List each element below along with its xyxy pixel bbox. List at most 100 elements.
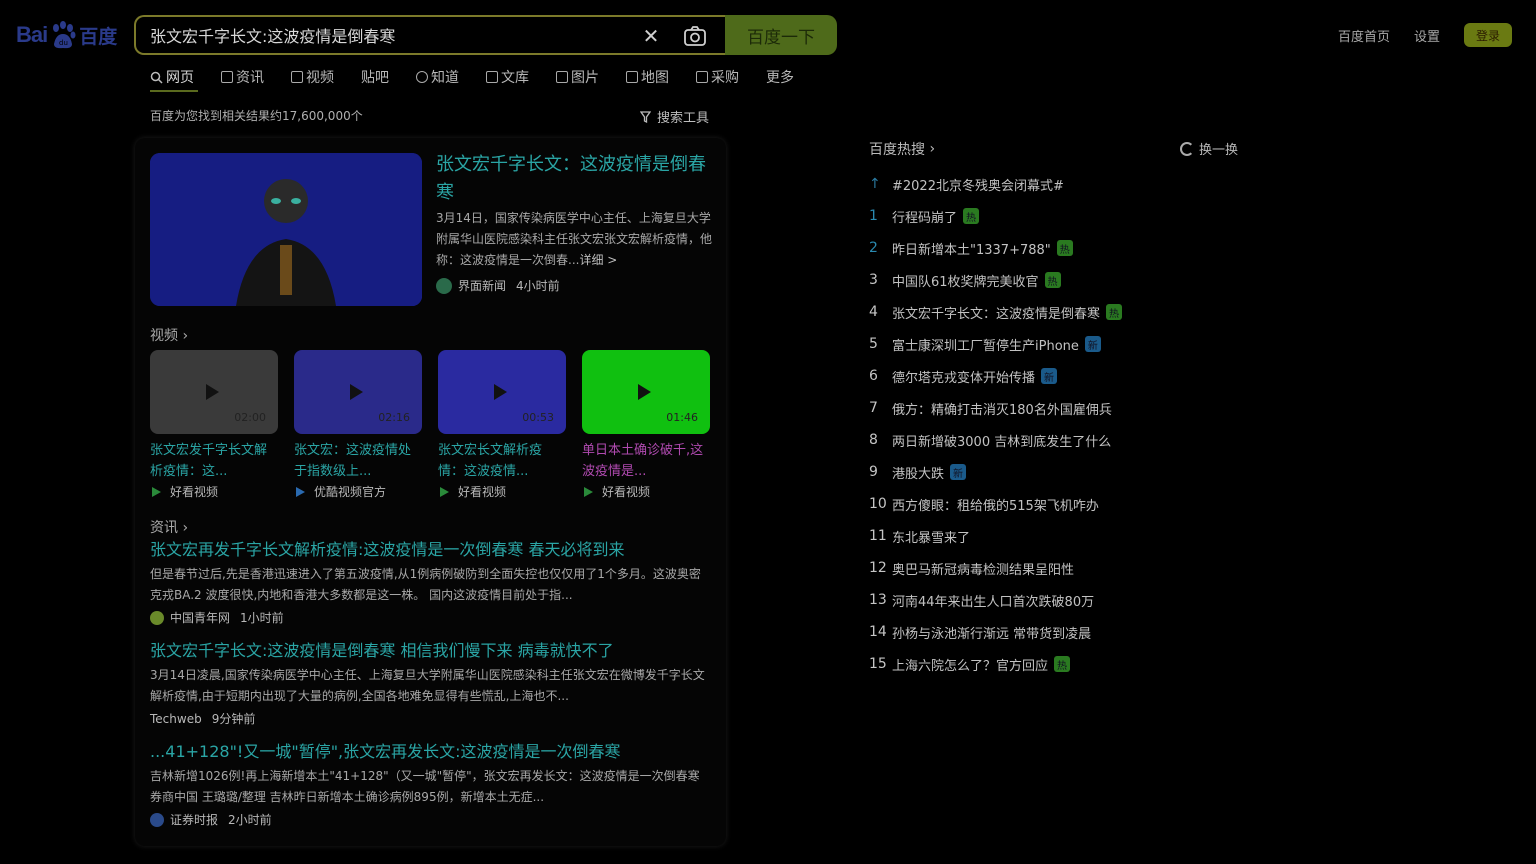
hot-item-text[interactable]: 西方傻眼：租给俄的515架飞机咋办 — [892, 495, 1099, 514]
hot-item-text[interactable]: 行程码崩了 — [892, 207, 957, 226]
hot-search-item[interactable]: 12 奥巴马新冠病毒检测结果呈阳性 — [869, 552, 1122, 584]
tab-video[interactable]: 视频 — [291, 66, 334, 88]
source-name: 界面新闻 — [458, 279, 507, 293]
login-button[interactable]: 登录 — [1464, 23, 1512, 47]
hot-item-text[interactable]: 奥巴马新冠病毒检测结果呈阳性 — [892, 559, 1074, 578]
video-thumbnail[interactable]: 02:00 — [150, 350, 278, 434]
baidu-logo[interactable]: Bai du 百度 — [16, 18, 120, 52]
hot-item-text[interactable]: 张文宏千字长文：这波疫情是倒春寒 — [892, 303, 1100, 322]
hot-item-text[interactable]: 孙杨与泳池渐行渐远 常带货到凌晨 — [892, 623, 1091, 642]
tab-news[interactable]: 资讯 — [221, 66, 264, 88]
refresh-button[interactable]: 换一换 — [1180, 139, 1238, 158]
featured-more-link[interactable]: 详细 > — [579, 253, 617, 267]
hot-item-text[interactable]: 富士康深圳工厂暂停生产iPhone — [892, 335, 1079, 354]
hot-search-item[interactable]: 15 上海六院怎么了？官方回应热 — [869, 648, 1122, 680]
hot-search-item[interactable]: 9 港股大跌新 — [869, 456, 1122, 488]
camera-icon[interactable] — [683, 25, 707, 47]
hot-search-item[interactable]: 10 西方傻眼：租给俄的515架飞机咋办 — [869, 488, 1122, 520]
tab-more[interactable]: 更多 — [766, 66, 794, 88]
videos-section-label[interactable]: 视频 › — [150, 325, 188, 345]
tab-web[interactable]: 网页 — [150, 66, 198, 92]
hot-badge: 热 — [1054, 656, 1071, 672]
search-button[interactable]: 百度一下 — [725, 15, 837, 55]
hot-item-text[interactable]: 俄方：精确打击消灭180名外国雇佣兵 — [892, 399, 1112, 418]
video-title[interactable]: 张文宏发千字长文解析疫情：这... — [150, 440, 278, 482]
featured-source: 界面新闻 4小时前 — [436, 277, 560, 294]
tab-image[interactable]: 图片 — [556, 66, 599, 88]
hot-item-text[interactable]: 上海六院怎么了？官方回应 — [892, 655, 1048, 674]
hot-rank: 10 — [869, 496, 887, 512]
hot-search-item[interactable]: 14 孙杨与泳池渐行渐远 常带货到凌晨 — [869, 616, 1122, 648]
hot-search-item[interactable]: 6 德尔塔克戎变体开始传播新 — [869, 360, 1122, 392]
video-source: 好看视频 — [582, 483, 710, 500]
search-tabs: 网页 资讯 视频 贴吧 知道 文库 图片 地图 采购 更多 — [150, 66, 794, 92]
video-thumbnail[interactable]: 00:53 — [438, 350, 566, 434]
video-item[interactable]: 02:00 张文宏发千字长文解析疫情：这... 好看视频 — [150, 350, 278, 500]
news-time: 1小时前 — [240, 611, 284, 625]
result-count: 百度为您找到相关结果约17,600,000个 — [150, 109, 363, 123]
video-item[interactable]: 01:46 单日本土确诊破千,这波疫情是... 好看视频 — [582, 350, 710, 500]
news-time: 2小时前 — [228, 813, 272, 827]
featured-image[interactable] — [150, 153, 422, 306]
tab-wenku[interactable]: 文库 — [486, 66, 529, 88]
hot-item-text[interactable]: 德尔塔克戎变体开始传播 — [892, 367, 1035, 386]
settings-link[interactable]: 设置 — [1414, 26, 1440, 45]
tab-zhidao[interactable]: 知道 — [416, 66, 459, 88]
cart-icon — [696, 71, 708, 83]
news-title[interactable]: 张文宏千字长文:这波疫情是倒春寒 相信我们慢下来 病毒就快不了 — [150, 641, 614, 660]
news-source-name: 证券时报 — [170, 813, 219, 827]
video-title[interactable]: 张文宏：这波疫情处于指数级上... — [294, 440, 422, 482]
featured-photo — [150, 153, 422, 306]
video-title[interactable]: 单日本土确诊破千,这波疫情是... — [582, 440, 710, 482]
news-title[interactable]: 张文宏再发千字长文解析疫情:这波疫情是一次倒春寒 春天必将到来 — [150, 540, 624, 559]
hot-rank: 5 — [869, 336, 878, 352]
play-logo-icon — [152, 486, 161, 497]
hot-search-item[interactable]: 7 俄方：精确打击消灭180名外国雇佣兵 — [869, 392, 1122, 424]
home-link[interactable]: 百度首页 — [1338, 26, 1390, 45]
hot-rank: 6 — [869, 368, 878, 384]
video-item[interactable]: 02:16 张文宏：这波疫情处于指数级上... 优酷视频官方 — [294, 350, 422, 500]
image-icon — [556, 71, 568, 83]
video-thumbnail[interactable]: 01:46 — [582, 350, 710, 434]
hot-item-text[interactable]: 港股大跌 — [892, 463, 944, 482]
news-section-label[interactable]: 资讯 › — [150, 517, 188, 537]
search-tools-button[interactable]: 搜索工具 — [640, 107, 709, 126]
hot-search-item[interactable]: 2 昨日新增本土"1337+788" 热 — [869, 232, 1122, 264]
hot-rank: 12 — [869, 560, 887, 576]
hot-badge: 热 — [1056, 240, 1073, 256]
tab-map[interactable]: 地图 — [626, 66, 669, 88]
hot-item-text[interactable]: 东北暴雪来了 — [892, 527, 970, 546]
news-item: 张文宏再发千字长文解析疫情:这波疫情是一次倒春寒 春天必将到来 但是春节过后,先… — [150, 539, 712, 626]
tab-tieba[interactable]: 贴吧 — [361, 66, 389, 88]
hot-search-item[interactable]: 5 富士康深圳工厂暂停生产iPhone 新 — [869, 328, 1122, 360]
hot-search-item[interactable]: 8 两日新增破3000 吉林到底发生了什么 — [869, 424, 1122, 456]
hot-item-text[interactable]: #2022北京冬残奥会闭幕式# — [892, 175, 1064, 194]
hot-item-text[interactable]: 河南44年来出生人口首次跌破80万 — [892, 591, 1094, 610]
tab-label: 视频 — [306, 70, 334, 86]
video-thumbnail[interactable]: 02:16 — [294, 350, 422, 434]
tab-purchase[interactable]: 采购 — [696, 66, 739, 88]
hot-badge: 热 — [963, 208, 980, 224]
clear-icon[interactable]: ✕ — [641, 26, 661, 46]
hot-item-text[interactable]: 昨日新增本土"1337+788" — [892, 239, 1051, 258]
hot-search-item[interactable]: 4 张文宏千字长文：这波疫情是倒春寒热 — [869, 296, 1123, 328]
hot-search-item[interactable]: 3 中国队61枚奖牌完美收官热 — [869, 264, 1122, 296]
hot-search-item[interactable]: 13 河南44年来出生人口首次跌破80万 — [869, 584, 1122, 616]
search-input[interactable] — [136, 25, 606, 45]
hot-search-item[interactable]: ↑ #2022北京冬残奥会闭幕式# — [869, 168, 1122, 200]
news-desc: 吉林新增1026例!再上海新增本土"41+128"（又一城"暂停"，张文宏再发长… — [150, 769, 700, 804]
hot-rank: 2 — [869, 240, 878, 256]
featured-title[interactable]: 张文宏千字长文：这波疫情是倒春寒 — [436, 151, 716, 207]
video-source: 好看视频 — [150, 483, 278, 500]
video-title[interactable]: 张文宏长文解析疫情：这波疫情... — [438, 440, 566, 482]
news-title[interactable]: ...41+128"!又一城"暂停",张文宏再发长文:这波疫情是一次倒春寒 — [150, 742, 621, 761]
hot-search-item[interactable]: 11 东北暴雪来了 — [869, 520, 1122, 552]
video-item[interactable]: 00:53 张文宏长文解析疫情：这波疫情... 好看视频 — [438, 350, 566, 500]
hot-item-text[interactable]: 两日新增破3000 吉林到底发生了什么 — [892, 431, 1111, 450]
hot-item-text[interactable]: 中国队61枚奖牌完美收官 — [892, 271, 1039, 290]
hot-search-title[interactable]: 百度热搜 › — [869, 139, 935, 159]
video-icon — [291, 71, 303, 83]
map-icon — [626, 71, 638, 83]
news-desc: 但是春节过后,先是香港迅速进入了第五波疫情,从1例病例破防到全面失控也仅仅用了1… — [150, 567, 701, 602]
hot-search-item[interactable]: 1 行程码崩了热 — [869, 200, 1122, 232]
